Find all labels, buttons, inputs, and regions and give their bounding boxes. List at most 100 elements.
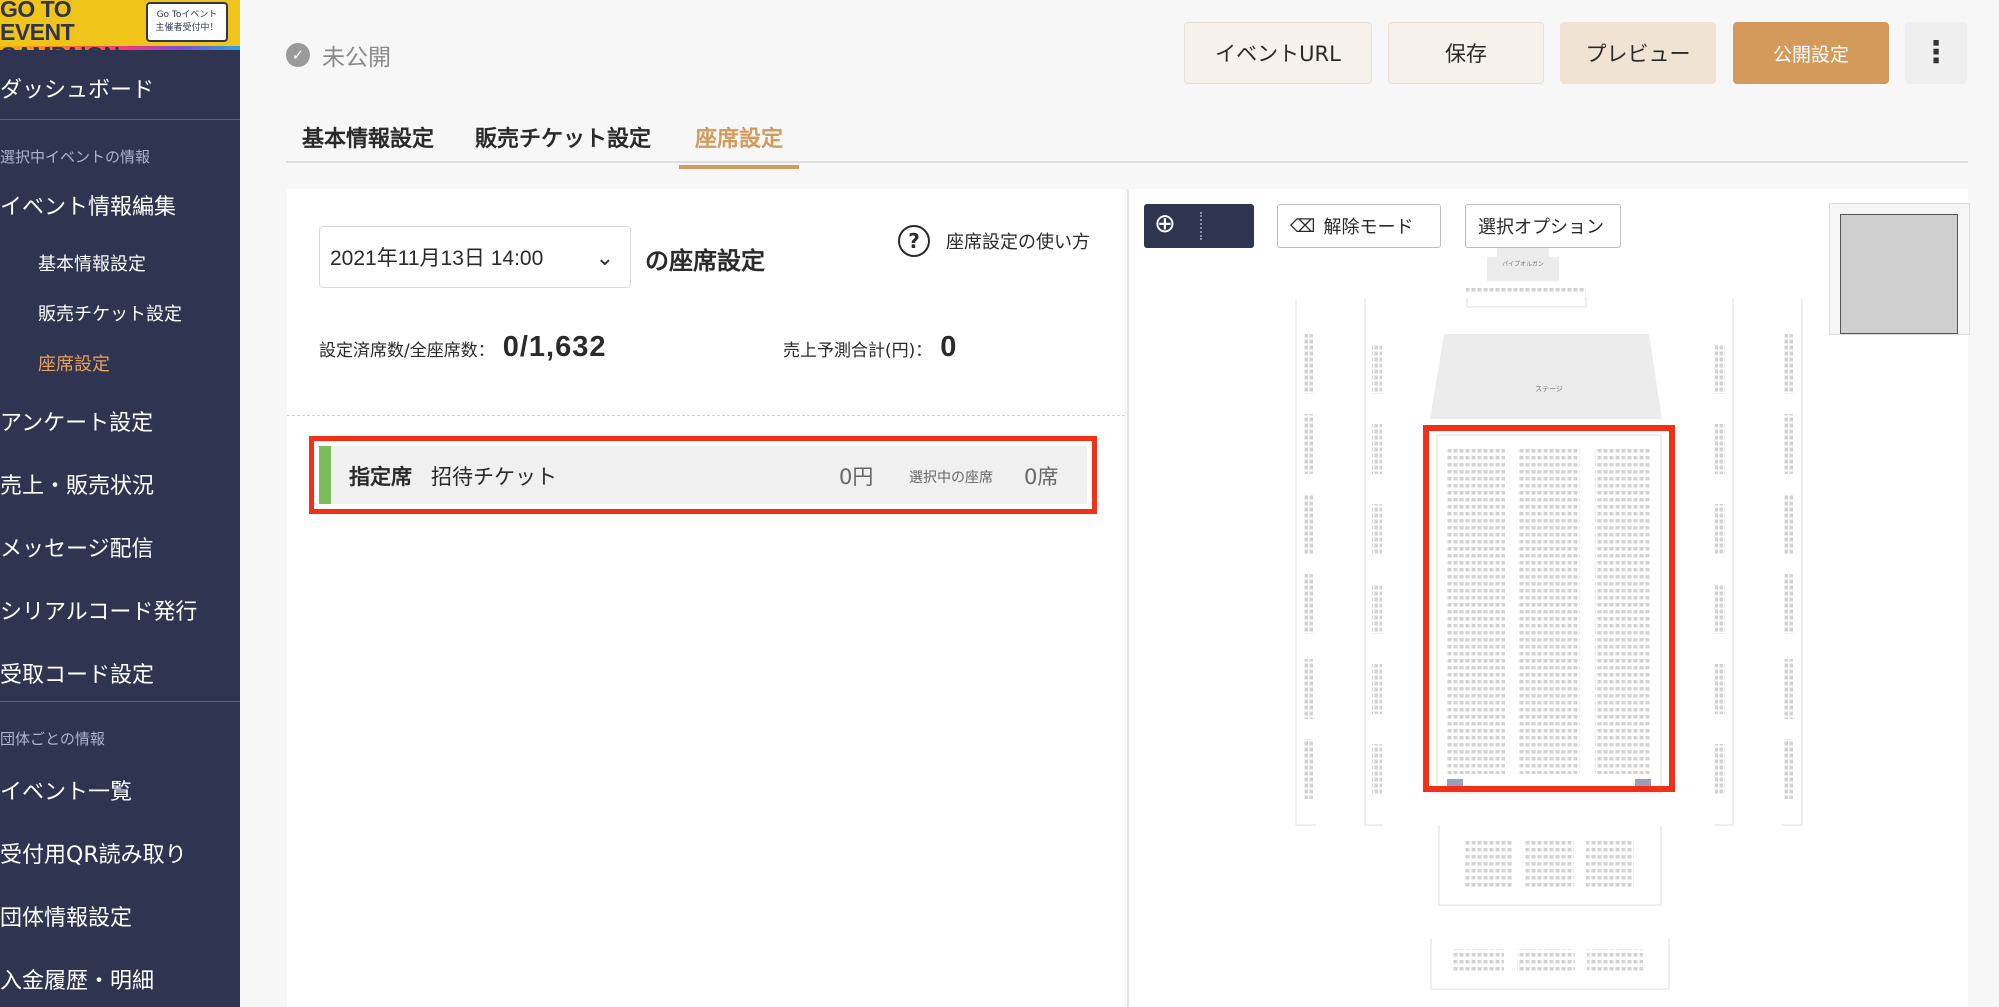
badge-line-1: Go Toイベント [156, 10, 218, 20]
stage-area [1430, 334, 1662, 419]
sidebar-item-serial-code[interactable]: シリアルコード発行 [0, 594, 197, 626]
seat-block[interactable] [1304, 494, 1314, 554]
release-mode-label: 解除モード [1323, 217, 1414, 238]
ticket-row[interactable]: 指定席 招待チケット 0円 選択中の座席 0席 [319, 446, 1087, 504]
seat-block[interactable] [1715, 504, 1725, 554]
seat-block[interactable] [1517, 949, 1575, 974]
settings-tabs: 基本情報設定 販売チケット設定 座席設定 [286, 115, 1968, 169]
help-link[interactable]: ? 座席設定の使い方 [898, 225, 1090, 257]
sidebar-section-selected-event: 選択中イベントの情報 [0, 148, 151, 166]
sidebar-section-group: 団体ごとの情報 [0, 730, 105, 748]
select-option-label: 選択オプション [1478, 217, 1604, 238]
seat-block[interactable] [1304, 414, 1314, 474]
publish-status: ✓ 未公開 [286, 38, 391, 72]
preview-button[interactable]: プレビュー [1560, 22, 1716, 84]
zoom-divider [1200, 212, 1202, 240]
seat-map-panel[interactable]: パイプオルガン ステージ ⊕ ⌫ 解除モード 選択オプション [1127, 189, 1970, 1007]
ticket-highlight-box: 指定席 招待チケット 0円 選択中の座席 0席 [309, 436, 1097, 514]
seat-block[interactable] [1372, 504, 1382, 554]
minimap-viewport[interactable] [1840, 214, 1958, 334]
sidebar-item-survey[interactable]: アンケート設定 [0, 405, 153, 437]
seat-block[interactable] [1372, 344, 1382, 394]
more-options-icon[interactable]: ⋮ [1905, 22, 1967, 84]
seat-block[interactable] [1715, 744, 1725, 794]
tab-seat-settings[interactable]: 座席設定 [679, 121, 800, 169]
tab-ticket-settings[interactable]: 販売チケット設定 [459, 121, 667, 165]
sidebar-item-seat-settings[interactable]: 座席設定 [38, 350, 110, 376]
badge-line-2: 主催者受付中！ [155, 23, 219, 33]
sidebar: GO TO EVENT CAMPAIGN Go Toイベント 主催者受付中！ ダ… [0, 0, 240, 1007]
seat-map-minimap[interactable] [1829, 203, 1970, 335]
sidebar-item-sales[interactable]: 売上・販売状況 [0, 468, 154, 500]
performance-date-select[interactable]: 2021年11月13日 14:00 ⌄ [319, 226, 631, 288]
organ-rail [1466, 297, 1587, 308]
seat-block[interactable] [1784, 659, 1794, 719]
seat-block[interactable] [1784, 574, 1794, 634]
seat-block[interactable] [1304, 659, 1314, 719]
sidebar-item-dashboard[interactable]: ダッシュボード [0, 72, 154, 104]
seat-block[interactable] [1784, 739, 1794, 799]
seat-block[interactable] [1715, 664, 1725, 714]
sidebar-item-basic-info[interactable]: 基本情報設定 [38, 250, 146, 276]
sidebar-item-payment-history[interactable]: 入金履歴・明細 [0, 963, 154, 995]
sidebar-item-qr-reader[interactable]: 受付用QR読み取り [0, 837, 187, 869]
sidebar-divider [0, 119, 240, 120]
selected-seats-label: 選択中の座席 [909, 470, 993, 486]
sidebar-divider [0, 701, 240, 702]
seat-block[interactable] [1524, 839, 1574, 889]
sales-forecast-stat: 売上予測合計(円)： 0 [783, 331, 957, 364]
seat-block[interactable] [1304, 334, 1314, 394]
selected-seats-count: 0席 [1024, 465, 1059, 489]
seat-block[interactable] [1304, 574, 1314, 634]
publish-settings-button[interactable]: 公開設定 [1733, 22, 1889, 84]
sidebar-item-event-list[interactable]: イベント一覧 [0, 774, 132, 806]
sidebar-item-group-info[interactable]: 団体情報設定 [0, 900, 132, 932]
sidebar-item-messages[interactable]: メッセージ配信 [0, 531, 154, 563]
ticket-color-bar [319, 446, 331, 504]
chevron-down-icon: ⌄ [595, 245, 614, 270]
help-icon: ? [898, 225, 930, 257]
seat-block[interactable] [1715, 584, 1725, 634]
status-text: 未公開 [322, 45, 391, 71]
seat-block[interactable] [1784, 334, 1794, 394]
seat-block[interactable] [1784, 414, 1794, 474]
seat-settings-heading: の座席設定 [645, 247, 765, 275]
seat-block[interactable] [1464, 839, 1512, 889]
release-mode-button[interactable]: ⌫ 解除モード [1277, 204, 1441, 248]
seat-block[interactable] [1452, 949, 1504, 974]
seat-block[interactable] [1587, 949, 1643, 974]
zoom-in-icon[interactable]: ⊕ [1154, 209, 1176, 239]
sidebar-item-receive-code[interactable]: 受取コード設定 [0, 657, 154, 689]
seat-block[interactable] [1466, 287, 1586, 292]
zoom-tool[interactable]: ⊕ [1144, 204, 1254, 248]
configured-seats-label: 設定済席数/全座席数： [319, 341, 495, 361]
seat-block[interactable] [1372, 424, 1382, 474]
stage-label: ステージ [1535, 385, 1563, 393]
configured-seats-value: 0/1,632 [502, 331, 607, 363]
sidebar-item-ticket-settings[interactable]: 販売チケット設定 [38, 300, 182, 326]
campaign-badge: Go Toイベント 主催者受付中！ [146, 2, 228, 42]
ticket-name: 招待チケット [431, 465, 557, 489]
help-text: 座席設定の使い方 [946, 232, 1090, 253]
organ-label: パイプオルガン [1502, 260, 1544, 268]
campaign-banner[interactable]: GO TO EVENT CAMPAIGN Go Toイベント 主催者受付中！ [0, 0, 240, 67]
main-floor-highlight-box [1423, 425, 1675, 792]
panel-divider [287, 415, 1125, 416]
select-option-button[interactable]: 選択オプション [1465, 204, 1621, 248]
seat-block[interactable] [1715, 344, 1725, 394]
seat-block[interactable] [1372, 584, 1382, 634]
sidebar-item-event-edit[interactable]: イベント情報編集 [0, 189, 176, 221]
save-button[interactable]: 保存 [1388, 22, 1544, 84]
seat-block[interactable] [1715, 424, 1725, 474]
sales-forecast-label: 売上予測合計(円)： [783, 341, 933, 361]
seat-block[interactable] [1372, 744, 1382, 794]
sales-forecast-value: 0 [940, 331, 958, 363]
campaign-logo-text: GO TO EVENT CAMPAIGN [0, 0, 120, 68]
seat-block[interactable] [1586, 839, 1634, 889]
event-url-button[interactable]: イベントURL [1184, 22, 1372, 84]
seat-block[interactable] [1372, 664, 1382, 714]
tab-basic-info[interactable]: 基本情報設定 [286, 121, 450, 165]
seat-block[interactable] [1784, 494, 1794, 554]
seat-settings-panel: 2021年11月13日 14:00 ⌄ の座席設定 ? 座席設定の使い方 設定済… [287, 189, 1125, 1007]
seat-block[interactable] [1304, 739, 1314, 799]
